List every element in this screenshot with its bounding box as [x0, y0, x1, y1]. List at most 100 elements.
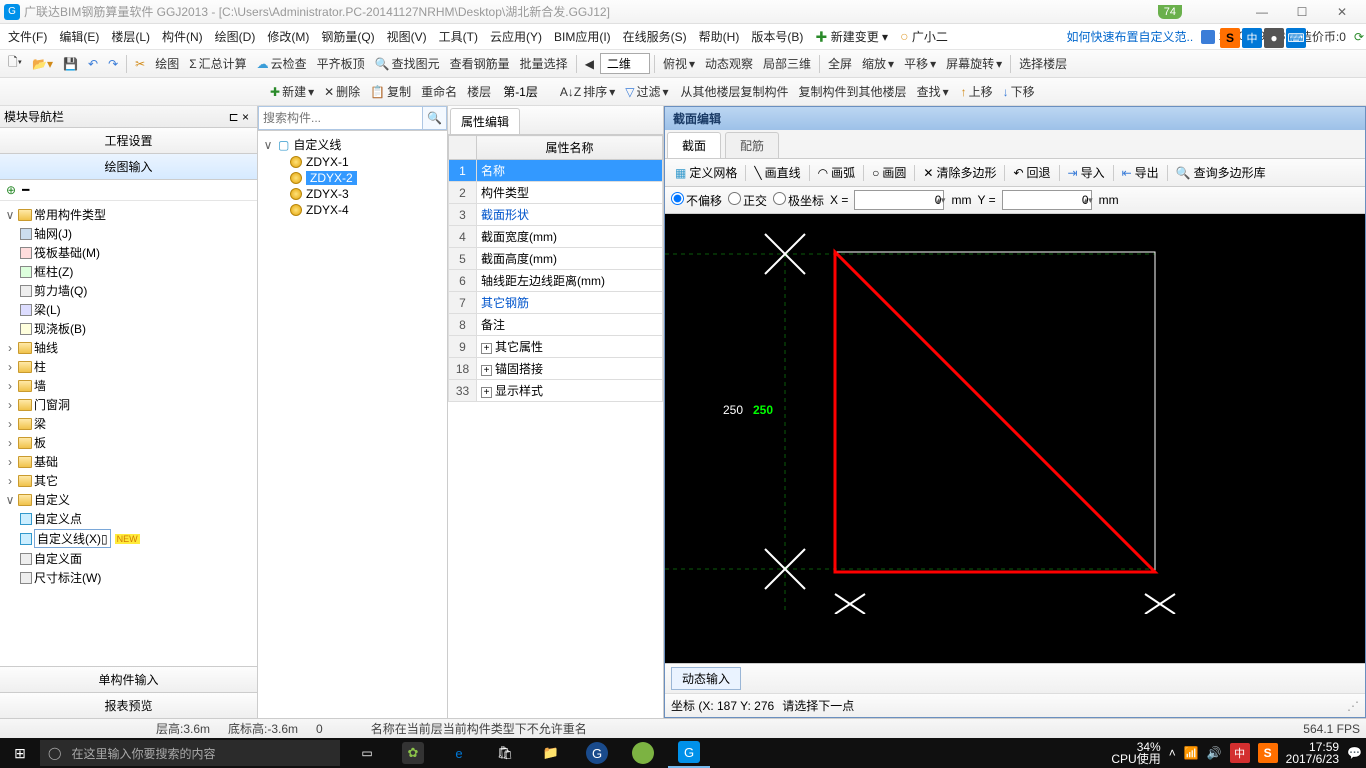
find-button[interactable]: 查找▾ — [913, 81, 953, 102]
floating-ime[interactable]: S 中 ● ⌨ — [1220, 28, 1306, 48]
find-element-button[interactable]: 🔍 查找图元 — [371, 53, 444, 74]
taskbar-app-current[interactable]: G — [668, 738, 710, 768]
comp-item-1[interactable]: ZDYX-1 — [288, 154, 445, 170]
prop-other[interactable]: +其它属性 — [477, 336, 663, 358]
undo-icon[interactable]: ↶ — [84, 55, 102, 73]
nav-btab-report[interactable]: 报表预览 — [0, 692, 257, 718]
move-up-button[interactable]: ↑ 上移 — [957, 81, 997, 102]
nav-tab-draw[interactable]: 绘图输入 — [0, 154, 257, 180]
top-view-button[interactable]: 俯视▾ — [659, 53, 699, 74]
resize-grip-icon[interactable]: ⋰ — [1347, 699, 1359, 713]
tree-cat-other[interactable]: ›其它 — [2, 471, 255, 490]
comp-item-3[interactable]: ZDYX-3 — [288, 186, 445, 202]
tree-root-common[interactable]: ∨常用构件类型 — [2, 205, 255, 224]
filter-button[interactable]: ▽ 过滤▾ — [621, 81, 672, 102]
tray-clock[interactable]: 17:592017/6/23 — [1286, 741, 1339, 765]
sort-button[interactable]: A↓Z 排序▾ — [556, 81, 619, 102]
prop-offset[interactable]: 轴线距左边线距离(mm) — [477, 270, 663, 292]
refresh-icon[interactable]: ⟳ — [1354, 30, 1364, 44]
draw-line-button[interactable]: ╲ 画直线 — [750, 162, 804, 183]
draw-button[interactable]: 绘图 — [151, 53, 183, 74]
menu-edit[interactable]: 编辑(E) — [53, 26, 105, 47]
nav-close-icon[interactable]: ⊏ × — [225, 110, 253, 124]
minimize-button[interactable]: — — [1242, 5, 1282, 19]
tree-item-axis[interactable]: 轴网(J) — [18, 224, 255, 243]
menu-cloud[interactable]: 云应用(Y) — [484, 26, 548, 47]
taskbar-edge[interactable]: e — [438, 738, 480, 768]
open-file-icon[interactable]: 📂▾ — [28, 55, 57, 73]
copy-button[interactable]: 📋 复制 — [366, 81, 415, 102]
x-input[interactable] — [854, 190, 944, 210]
prop-display[interactable]: +显示样式 — [477, 380, 663, 402]
mode-ortho[interactable]: 正交 — [728, 192, 767, 209]
tree-cat-beam[interactable]: ›梁 — [2, 414, 255, 433]
tree-cat-opening[interactable]: ›门窗洞 — [2, 395, 255, 414]
editor-tab-rebar[interactable]: 配筋 — [725, 132, 779, 158]
tree-custom-point[interactable]: 自定义点 — [18, 509, 255, 528]
menu-online[interactable]: 在线服务(S) — [617, 26, 693, 47]
align-top-button[interactable]: 平齐板顶 — [313, 53, 369, 74]
define-grid-button[interactable]: ▦定义网格 — [671, 162, 741, 183]
maximize-button[interactable]: ☐ — [1282, 5, 1322, 19]
draw-circle-button[interactable]: ○ 画圆 — [868, 162, 910, 183]
tray-volume-icon[interactable]: 🔊 — [1207, 746, 1222, 760]
new-change-button[interactable]: ✚ 新建变更 ▾ — [809, 26, 894, 47]
mode-no-offset[interactable]: 不偏移 — [671, 192, 722, 209]
orbit-button[interactable]: 动态观察 — [701, 53, 757, 74]
tree-item-beam[interactable]: 梁(L) — [18, 300, 255, 319]
dynamic-input-button[interactable]: 动态输入 — [671, 667, 741, 690]
tree-custom-line[interactable]: 自定义线(X)▯NEW — [18, 528, 255, 549]
move-down-button[interactable]: ↓ 下移 — [999, 81, 1039, 102]
collapse-all-icon[interactable]: ━ — [22, 183, 29, 197]
tree-custom-face[interactable]: 自定义面 — [18, 549, 255, 568]
tray-ime-cn[interactable]: 中 — [1230, 743, 1250, 763]
tree-cat-column[interactable]: ›柱 — [2, 357, 255, 376]
menu-tools[interactable]: 工具(T) — [433, 26, 484, 47]
tray-ime-s[interactable]: S — [1258, 743, 1278, 763]
select-floor-button[interactable]: 选择楼层 — [1015, 53, 1071, 74]
tree-item-slab[interactable]: 现浇板(B) — [18, 319, 255, 338]
sum-button[interactable]: Σ 汇总计算 — [185, 53, 250, 74]
tree-item-column[interactable]: 框柱(Z) — [18, 262, 255, 281]
tree-cat-slab[interactable]: ›板 — [2, 433, 255, 452]
prop-type[interactable]: 构件类型 — [477, 182, 663, 204]
prop-name[interactable]: 名称 — [477, 160, 663, 182]
view-rebar-button[interactable]: 查看钢筋量 — [446, 53, 514, 74]
y-input[interactable] — [1002, 190, 1092, 210]
tray-notifications-icon[interactable]: 💬 — [1347, 746, 1362, 760]
menu-file[interactable]: 文件(F) — [2, 26, 53, 47]
canvas[interactable]: 250 250 — [665, 214, 1365, 663]
tree-cat-foundation[interactable]: ›基础 — [2, 452, 255, 471]
floor-dropdown[interactable]: 第-1层 — [497, 82, 552, 101]
task-view-icon[interactable]: ▭ — [346, 738, 388, 768]
editor-tab-section[interactable]: 截面 — [667, 132, 721, 158]
query-library-button[interactable]: 🔍 查询多边形库 — [1172, 162, 1270, 183]
cloud-check-button[interactable]: ☁ 云检查 — [253, 53, 311, 74]
search-button[interactable]: 🔍 — [423, 106, 447, 130]
comp-root[interactable]: ∨▢自定义线 — [260, 135, 445, 154]
draw-arc-button[interactable]: ◠ 画弧 — [814, 162, 860, 183]
nav-tab-project[interactable]: 工程设置 — [0, 128, 257, 154]
tray-up-icon[interactable]: ˄ — [1169, 746, 1176, 760]
mode-polar[interactable]: 极坐标 — [773, 192, 824, 209]
taskbar-app-3[interactable] — [622, 738, 664, 768]
user-avatar[interactable]: ○ 广小二 — [894, 26, 954, 47]
comp-item-2[interactable]: ZDYX-2 — [288, 170, 445, 186]
menu-draw[interactable]: 绘图(D) — [209, 26, 262, 47]
tree-cat-axis[interactable]: ›轴线 — [2, 338, 255, 357]
prev-icon[interactable]: ◀ — [581, 55, 598, 73]
rename-button[interactable]: 重命名 — [417, 81, 461, 102]
menu-component[interactable]: 构件(N) — [156, 26, 209, 47]
scissors-icon[interactable]: ✂ — [131, 55, 149, 73]
copy-from-floor-button[interactable]: 从其他楼层复制构件 — [677, 81, 793, 102]
copy-to-floor-button[interactable]: 复制构件到其他楼层 — [795, 81, 911, 102]
menu-modify[interactable]: 修改(M) — [261, 26, 315, 47]
fullscreen-button[interactable]: 全屏 — [824, 53, 856, 74]
prop-rebar[interactable]: 其它钢筋 — [477, 292, 663, 314]
export-button[interactable]: ⇤ 导出 — [1118, 162, 1163, 183]
expand-all-icon[interactable]: ⊕ — [6, 183, 16, 197]
taskbar-search[interactable]: ◯ 在这里输入你要搜索的内容 — [40, 740, 340, 766]
tree-item-shearwall[interactable]: 剪力墙(Q) — [18, 281, 255, 300]
new-file-icon[interactable]: 🗋▾ — [4, 51, 26, 76]
pan-button[interactable]: 平移▾ — [900, 53, 940, 74]
